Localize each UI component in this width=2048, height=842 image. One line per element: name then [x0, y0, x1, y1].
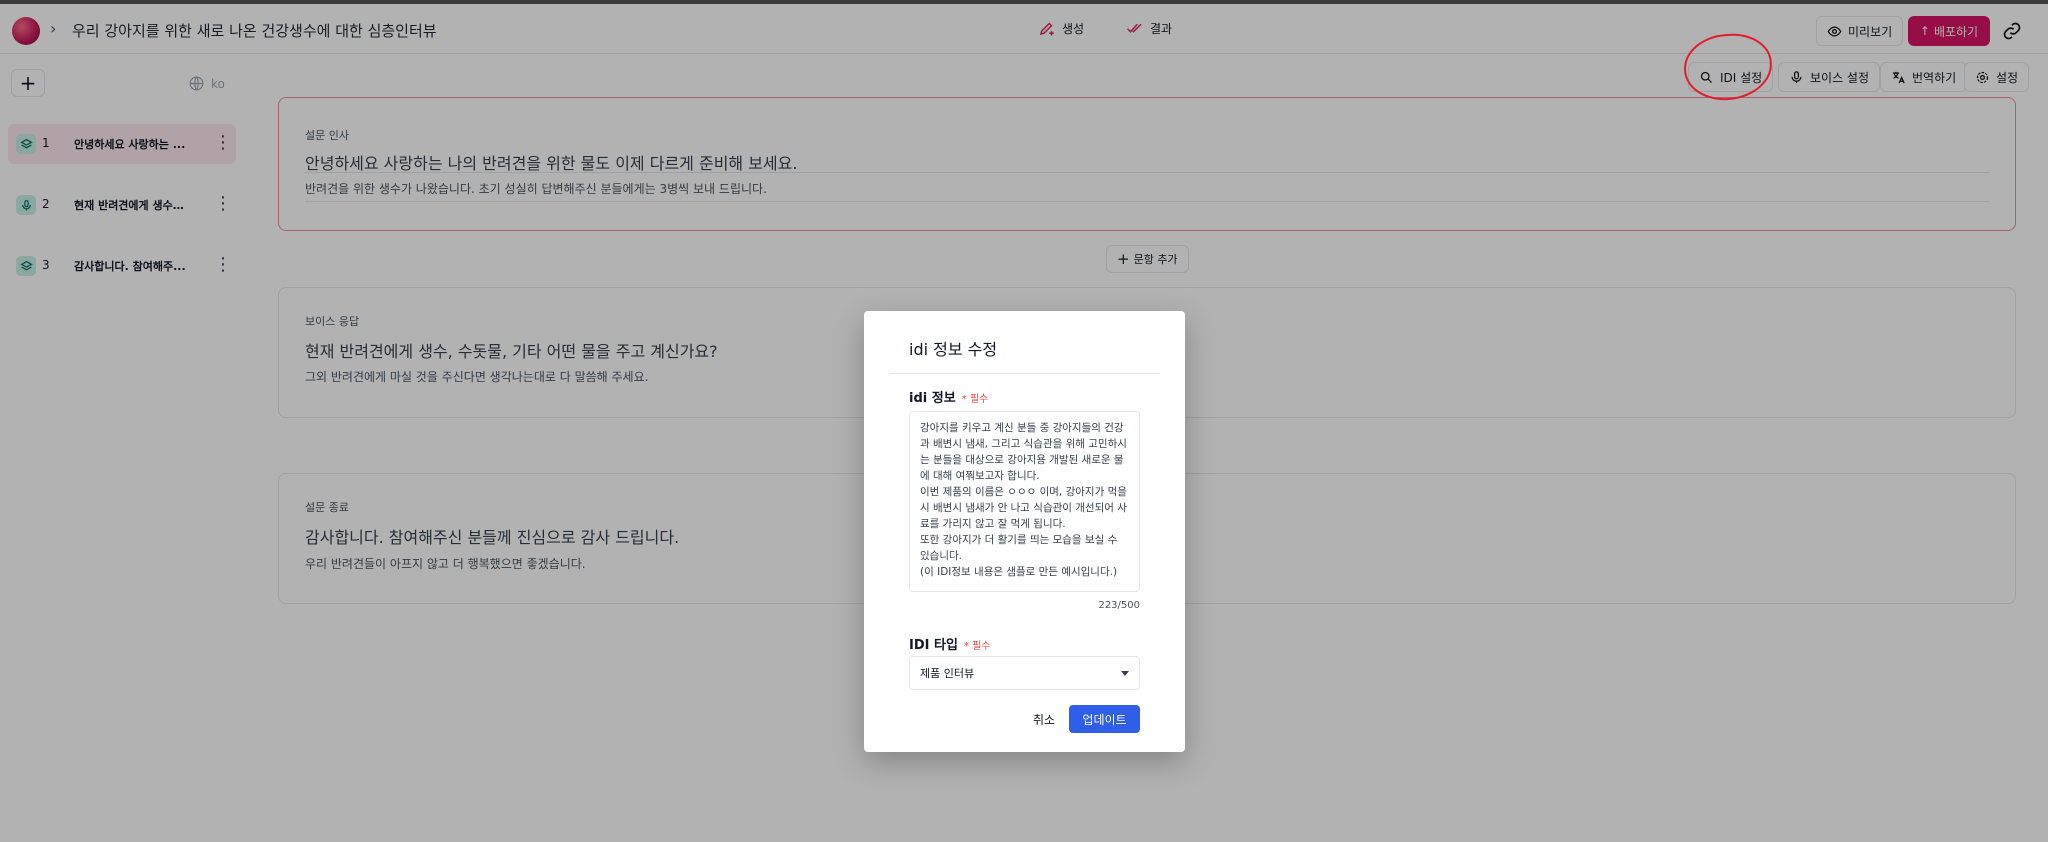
dialog-divider — [889, 373, 1160, 374]
idi-type-label-text: IDI 타입 — [909, 638, 958, 653]
update-button[interactable]: 업데이트 — [1069, 705, 1140, 733]
required-marker: * 필수 — [961, 394, 989, 405]
cancel-button[interactable]: 취소 — [1020, 705, 1068, 733]
char-counter: 223/500 — [1098, 600, 1140, 611]
caret-down-icon — [1121, 671, 1129, 676]
idi-info-textarea[interactable]: 강아지를 키우고 계신 분들 중 강아지들의 건강과 배변시 냄새, 그리고 식… — [909, 411, 1140, 592]
dialog-title: idi 정보 수정 — [909, 340, 998, 359]
idi-info-label-text: idi 정보 — [909, 391, 956, 406]
idi-type-label: IDI 타입 * 필수 — [909, 634, 991, 653]
idi-info-dialog: idi 정보 수정 idi 정보 * 필수 강아지를 키우고 계신 분들 중 강아… — [864, 311, 1185, 752]
required-marker: * 필수 — [963, 641, 991, 652]
idi-info-label: idi 정보 * 필수 — [909, 387, 988, 406]
idi-type-value: 제품 인터뷰 — [920, 667, 975, 680]
idi-type-select[interactable]: 제품 인터뷰 — [909, 656, 1140, 690]
